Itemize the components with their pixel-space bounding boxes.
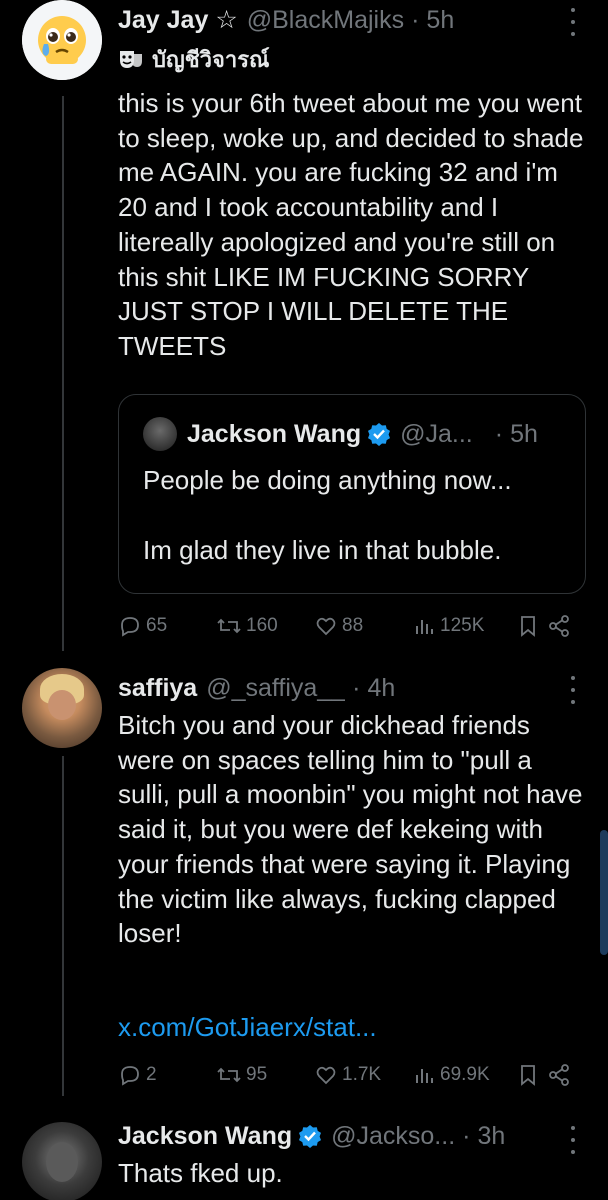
retweet-icon: [217, 1067, 241, 1083]
account-label: บัญชีวิจารณ์: [152, 47, 270, 72]
separator-dot: ·: [411, 6, 420, 34]
more-options-icon[interactable]: [562, 8, 584, 36]
tweet-link[interactable]: x.com/GotJiaerx/stat...: [118, 1010, 588, 1045]
heart-icon: [316, 617, 336, 636]
more-options-icon[interactable]: [562, 1126, 584, 1154]
tweet-text: this is your 6th tweet about me you went…: [118, 88, 584, 361]
author-handle[interactable]: @_saffiya__: [206, 672, 345, 704]
tweet-saffiya[interactable]: saffiya @_saffiya__ · 4h Bitch you and y…: [0, 668, 608, 1103]
reply-icon: [121, 617, 139, 637]
views-icon: [416, 620, 433, 634]
heart-icon: [316, 1066, 336, 1085]
quoted-avatar: [143, 417, 177, 451]
like-count: 88: [342, 615, 364, 636]
reply-button[interactable]: 65: [118, 614, 216, 638]
retweet-count: 160: [246, 615, 278, 636]
retweet-count: 95: [246, 1064, 268, 1085]
share-button[interactable]: [548, 614, 574, 638]
pleading-emoji-icon: [22, 0, 102, 80]
timestamp[interactable]: 4h: [367, 672, 395, 704]
like-button[interactable]: 1.7K: [314, 1063, 414, 1087]
scrollbar-thumb[interactable]: [600, 830, 608, 955]
separator-dot: ·: [494, 419, 504, 448]
quoted-author-name: Jackson Wang: [187, 419, 362, 448]
author-handle[interactable]: @Jackso...: [331, 1120, 455, 1152]
share-icon: [549, 615, 569, 637]
retweet-button[interactable]: 95: [216, 1063, 314, 1087]
avatar[interactable]: [22, 1122, 102, 1200]
like-button[interactable]: 88: [314, 614, 414, 638]
author-name[interactable]: Jackson Wang: [118, 1120, 292, 1152]
quoted-timestamp: 5h: [510, 419, 538, 448]
tweet-text: Thats fked up.: [118, 1158, 283, 1188]
quoted-text-line: Im glad they live in that bubble.: [143, 535, 502, 565]
view-count: 125K: [440, 615, 485, 636]
timestamp[interactable]: 3h: [477, 1120, 505, 1152]
share-icon: [549, 1064, 569, 1086]
more-options-icon[interactable]: [562, 676, 584, 704]
bookmark-button[interactable]: [518, 614, 548, 638]
reply-button[interactable]: 2: [118, 1063, 216, 1087]
verified-badge-icon: [367, 422, 391, 446]
tweet-jayjay[interactable]: Jay Jay ☆ @BlackMajiks · 5h บัญชีวิจารณ์…: [0, 0, 608, 660]
quoted-tweet[interactable]: Jackson Wang @Ja... · 5h People be doing…: [118, 394, 586, 594]
author-name[interactable]: saffiya: [118, 672, 197, 704]
timestamp[interactable]: 5h: [426, 4, 454, 36]
author-handle[interactable]: @BlackMajiks: [247, 4, 404, 36]
tweet-text: Bitch you and your dickhead friends were…: [118, 710, 583, 949]
bookmark-icon: [521, 1065, 535, 1086]
separator-dot: ·: [462, 1122, 471, 1150]
views-button[interactable]: 125K: [414, 614, 518, 638]
reply-icon: [121, 1066, 139, 1086]
like-count: 1.7K: [342, 1064, 382, 1085]
bookmark-button[interactable]: [518, 1063, 548, 1087]
theater-mask-icon: [120, 51, 142, 68]
reply-count: 65: [146, 615, 168, 636]
avatar[interactable]: [22, 668, 102, 748]
tweet-jackson[interactable]: Jackson Wang @Jackso... · 3h Thats fked …: [0, 1118, 608, 1200]
view-count: 69.9K: [440, 1064, 490, 1085]
retweet-icon: [217, 618, 241, 634]
reply-count: 2: [146, 1064, 157, 1085]
share-button[interactable]: [548, 1063, 574, 1087]
author-name[interactable]: Jay Jay ☆: [118, 4, 238, 36]
quoted-author-handle: @Ja...: [400, 419, 473, 448]
avatar[interactable]: [22, 0, 102, 80]
retweet-button[interactable]: 160: [216, 614, 314, 638]
separator-dot: ·: [352, 674, 361, 702]
bookmark-icon: [521, 616, 535, 637]
views-icon: [416, 1069, 433, 1083]
verified-badge-icon: [298, 1124, 322, 1148]
quoted-text-line: People be doing anything now...: [143, 465, 512, 495]
views-button[interactable]: 69.9K: [414, 1063, 518, 1087]
